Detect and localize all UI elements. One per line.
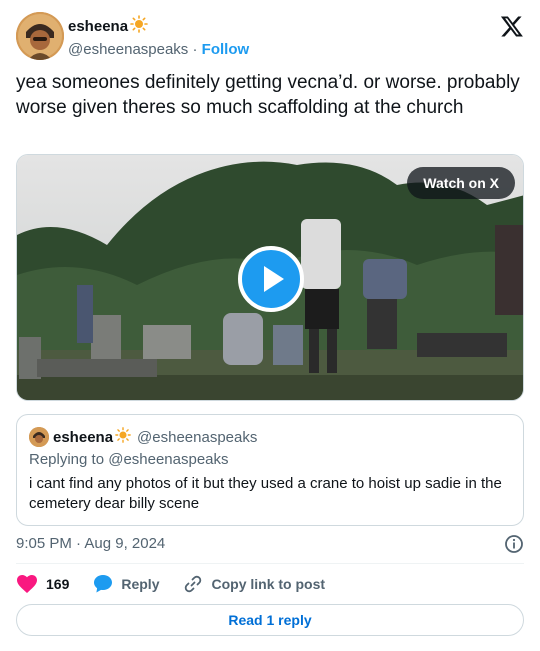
quoted-tweet[interactable]: esheena @esheenaspeaks Replying to @eshe… (16, 414, 524, 526)
copy-link-button[interactable]: Copy link to post (183, 574, 325, 594)
action-bar: 169 Reply Copy link to post (16, 572, 349, 596)
avatar[interactable] (16, 12, 64, 60)
watch-on-x-button[interactable]: Watch on X (407, 167, 515, 199)
like-count: 169 (46, 576, 70, 592)
quote-text: i cant find any photos of it but they us… (29, 475, 502, 512)
read-replies-button[interactable]: Read 1 reply (16, 604, 524, 636)
video-thumbnail[interactable]: Watch on X (16, 154, 524, 401)
heart-icon (17, 575, 37, 593)
info-icon[interactable] (504, 534, 524, 554)
tweet-timestamp[interactable]: 9:05 PM · Aug 9, 2024 (16, 534, 165, 554)
replying-to-label: Replying to @esheenaspeaks (29, 451, 229, 468)
link-icon (185, 575, 202, 593)
play-button[interactable] (238, 246, 304, 312)
divider (16, 563, 524, 564)
quote-display-name: esheena (53, 427, 131, 447)
sun-emoji-icon (130, 15, 148, 39)
x-logo-icon[interactable] (500, 14, 524, 38)
like-button[interactable]: 169 (16, 574, 69, 594)
follow-button[interactable]: Follow (202, 41, 250, 58)
sun-emoji-icon (115, 427, 131, 447)
author-name-text: esheena (68, 18, 129, 35)
copy-link-label: Copy link to post (211, 576, 326, 592)
quote-avatar (29, 427, 49, 447)
play-icon (264, 266, 284, 292)
quote-name-text: esheena (53, 428, 114, 446)
tweet-text: yea someones definitely getting vecna’d.… (16, 72, 520, 118)
quote-handle: @esheenaspeaks (137, 428, 258, 446)
reply-label: Reply (121, 576, 160, 592)
reply-button[interactable]: Reply (93, 574, 159, 594)
tweet-header: esheena @esheenaspeaks · Follow (16, 12, 524, 60)
author-display-name[interactable]: esheena (68, 15, 249, 39)
separator: · (192, 41, 198, 58)
speech-bubble-icon (94, 575, 113, 593)
author-handle[interactable]: @esheenaspeaks (68, 41, 188, 58)
